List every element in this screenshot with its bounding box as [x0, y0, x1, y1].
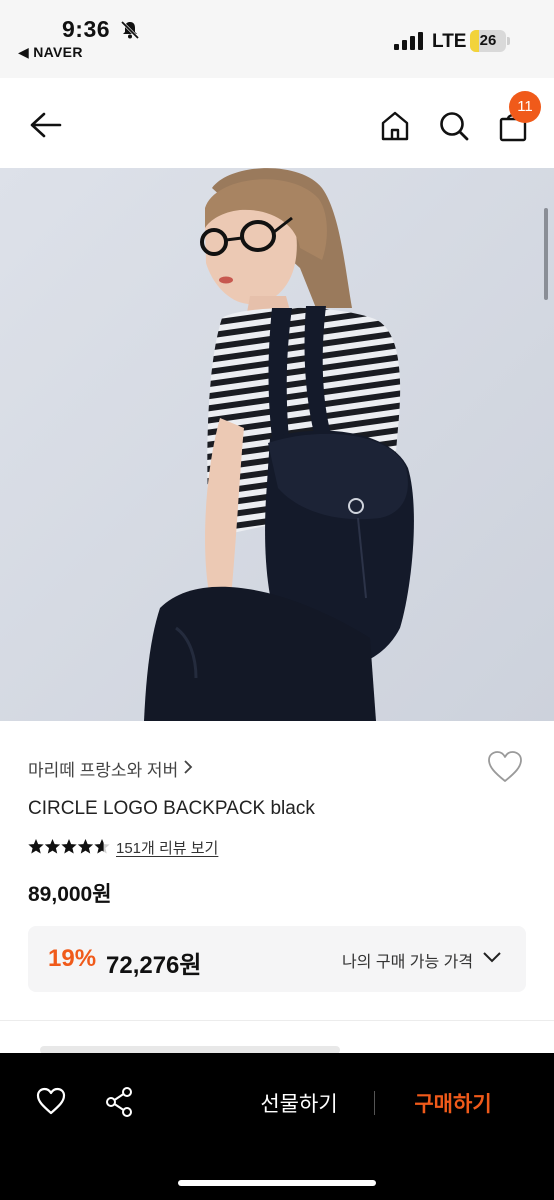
my-price-box[interactable]: 19% 72,276원 나의 구매 가능 가격: [28, 926, 526, 992]
star-filled-icon: [77, 839, 94, 854]
status-time: 9:36: [62, 16, 111, 42]
sale-price: 72,276원: [106, 952, 202, 979]
search-icon[interactable]: [438, 110, 470, 142]
back-to-app-link[interactable]: ◀ NAVER: [18, 44, 83, 61]
buy-button[interactable]: 구매하기: [396, 1088, 510, 1118]
share-icon[interactable]: [104, 1086, 134, 1118]
section-divider: [0, 1020, 554, 1021]
rating-stars: [28, 839, 110, 854]
brand-link[interactable]: 마리떼 프랑소와 저버: [28, 756, 178, 781]
network-type: LTE: [432, 31, 467, 52]
my-price-label: 나의 구매 가능 가격: [342, 954, 474, 971]
star-filled-icon: [28, 839, 44, 854]
home-icon[interactable]: [380, 110, 410, 142]
chevron-right-icon[interactable]: [183, 759, 193, 775]
cart-count-badge: 11: [509, 91, 541, 123]
model-backpack-photo: [0, 168, 554, 721]
heart-icon[interactable]: [36, 1086, 66, 1116]
battery-level: 26: [479, 32, 497, 49]
star-filled-icon: [44, 839, 61, 854]
bottom-action-bar: [0, 1053, 554, 1200]
button-separator: [374, 1091, 375, 1115]
top-nav-bar: [0, 78, 554, 168]
gift-button[interactable]: 선물하기: [240, 1088, 358, 1118]
wishlist-heart-icon[interactable]: [487, 750, 523, 784]
discount-rate: 19%: [48, 945, 97, 972]
signal-icon: [394, 32, 423, 50]
bell-muted-icon: [120, 20, 140, 40]
back-arrow-icon[interactable]: [28, 110, 62, 140]
star-filled-icon: [61, 839, 77, 854]
original-price: 89,000원: [28, 883, 112, 906]
chevron-down-icon[interactable]: [482, 950, 502, 964]
home-indicator[interactable]: [178, 1180, 376, 1186]
review-link[interactable]: 151개 리뷰 보기: [116, 837, 218, 858]
product-image[interactable]: [0, 168, 554, 721]
battery-indicator: 26: [470, 30, 510, 52]
scroll-indicator: [544, 208, 548, 300]
status-bar: 9:36 ◀ NAVER LTE 26: [0, 0, 554, 78]
product-name: CIRCLE LOGO BACKPACK black: [28, 798, 315, 819]
